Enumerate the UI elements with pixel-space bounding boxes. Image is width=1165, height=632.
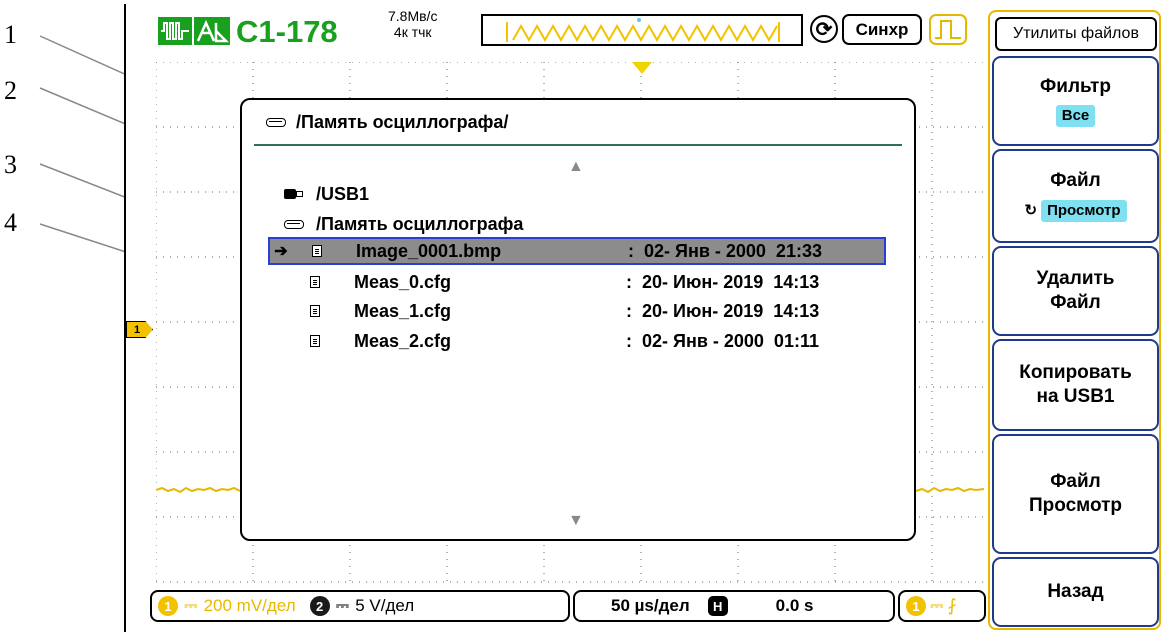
file-label: Файл	[1050, 170, 1101, 191]
horizontal-delay: 0.0 s	[775, 596, 814, 615]
divider	[254, 144, 902, 146]
channel-1-scale: 200 mV/дел	[203, 596, 296, 615]
selection-arrow-icon: ➔	[274, 243, 288, 260]
channel-1-badge: 1	[158, 596, 178, 616]
usb-icon	[284, 188, 304, 200]
timebase-value: 50 µs/дел	[611, 596, 690, 615]
sample-rate: 7.8Мв/с	[388, 8, 438, 24]
view-label-line2: Просмотр	[1028, 495, 1123, 516]
trigger-position-marker	[632, 62, 652, 74]
scroll-up-icon[interactable]: ▲	[568, 158, 584, 176]
delete-file-button[interactable]: Удалить Файл	[992, 246, 1159, 336]
cycle-icon: ↻	[1024, 202, 1038, 219]
trigger-source-badge: 1	[906, 596, 926, 616]
sync-button[interactable]: Синхр	[842, 14, 922, 45]
menu-title: Утилиты файлов	[995, 17, 1157, 51]
filter-label: Фильтр	[1040, 76, 1111, 97]
timebase-bar[interactable]: 50 µs/дел H 0.0 s	[573, 590, 895, 622]
file-name: Meas_0.cfg	[354, 271, 452, 292]
filter-button[interactable]: Фильтр Все	[992, 56, 1159, 146]
device-model: С1-178	[236, 14, 338, 49]
view-label-line1: Файл	[1050, 471, 1101, 492]
horizontal-badge: H	[707, 596, 728, 616]
drive-icon	[284, 219, 304, 229]
copy-label-line2: на USB1	[1036, 386, 1115, 407]
dc-coupling-icon: ⎓	[184, 596, 198, 615]
directory-name: /USB1	[316, 183, 370, 204]
brand-logo	[158, 17, 230, 45]
copy-to-usb-button[interactable]: Копировать на USB1	[992, 339, 1159, 431]
channel-scale-bar[interactable]: 1 ⎓ 200 mV/дел 2 ⎓ 5 V/дел	[150, 590, 570, 622]
filter-value: Все	[1055, 105, 1096, 127]
callout-4: 4	[4, 208, 17, 237]
current-path: /Память осциллографа/	[266, 112, 508, 133]
file-name: Meas_1.cfg	[354, 300, 452, 321]
file-date: : 20- Июн- 2019 14:13	[626, 271, 820, 292]
file-action-value: Просмотр	[1041, 200, 1127, 222]
callout-1: 1	[4, 20, 17, 49]
file-browser-dialog: /Память осциллографа/ ▲ /USB1 /Память ос…	[240, 98, 916, 541]
file-name: Meas_2.cfg	[354, 330, 452, 351]
dc-coupling-icon: ⎓	[930, 596, 944, 615]
file-date: : 02- Янв - 2000 01:11	[626, 330, 819, 351]
delete-label-line1: Удалить	[1036, 268, 1115, 289]
file-icon	[310, 276, 320, 288]
file-action-button[interactable]: Файл ↻ Просмотр	[992, 149, 1159, 243]
copy-label-line1: Копировать	[1019, 362, 1132, 383]
waveform-overview	[481, 14, 803, 46]
callout-2: 2	[4, 76, 17, 105]
file-icon	[310, 335, 320, 347]
directory-usb1[interactable]: /USB1	[284, 180, 369, 208]
directory-name: /Память осциллографа	[316, 213, 524, 234]
dc-coupling-icon: ⎓	[335, 596, 350, 615]
file-row[interactable]: Meas_2.cfg : 02- Янв - 2000 01:11	[268, 327, 886, 355]
file-icon	[312, 245, 322, 257]
file-row-selected[interactable]: ➔ Image_0001.bmp : 02- Янв - 2000 21:33	[268, 237, 886, 265]
run-stop-icon[interactable]: ⟳	[810, 15, 838, 43]
trigger-edge-icon[interactable]	[929, 14, 967, 45]
acquisition-info: 7.8Мв/с 4к тчк	[388, 8, 437, 40]
file-icon	[310, 305, 320, 317]
file-name: Image_0001.bmp	[356, 240, 502, 261]
callout-3: 3	[4, 150, 17, 179]
file-row[interactable]: Meas_1.cfg : 20- Июн- 2019 14:13	[268, 297, 886, 325]
delete-label-line2: Файл	[1050, 292, 1101, 313]
record-length: 4к тчк	[393, 24, 432, 40]
channel-2-scale: 5 V/дел	[355, 596, 415, 615]
file-view-button[interactable]: Файл Просмотр	[992, 434, 1159, 554]
file-date: : 02- Янв - 2000 21:33	[628, 240, 822, 261]
trigger-edge-icon: ⨏	[947, 596, 957, 615]
file-date: : 20- Июн- 2019 14:13	[626, 300, 820, 321]
trigger-status-bar[interactable]: 1 ⎓ ⨏	[898, 590, 986, 622]
channel-2-badge: 2	[309, 596, 330, 616]
directory-scope-memory[interactable]: /Память осциллографа	[284, 210, 523, 238]
current-path-text: /Память осциллографа/	[296, 112, 509, 132]
back-label: Назад	[1047, 581, 1104, 602]
drive-icon	[266, 118, 286, 127]
file-row[interactable]: Meas_0.cfg : 20- Июн- 2019 14:13	[268, 268, 886, 296]
back-button[interactable]: Назад	[992, 557, 1159, 627]
scroll-down-icon[interactable]: ▼	[568, 512, 584, 530]
